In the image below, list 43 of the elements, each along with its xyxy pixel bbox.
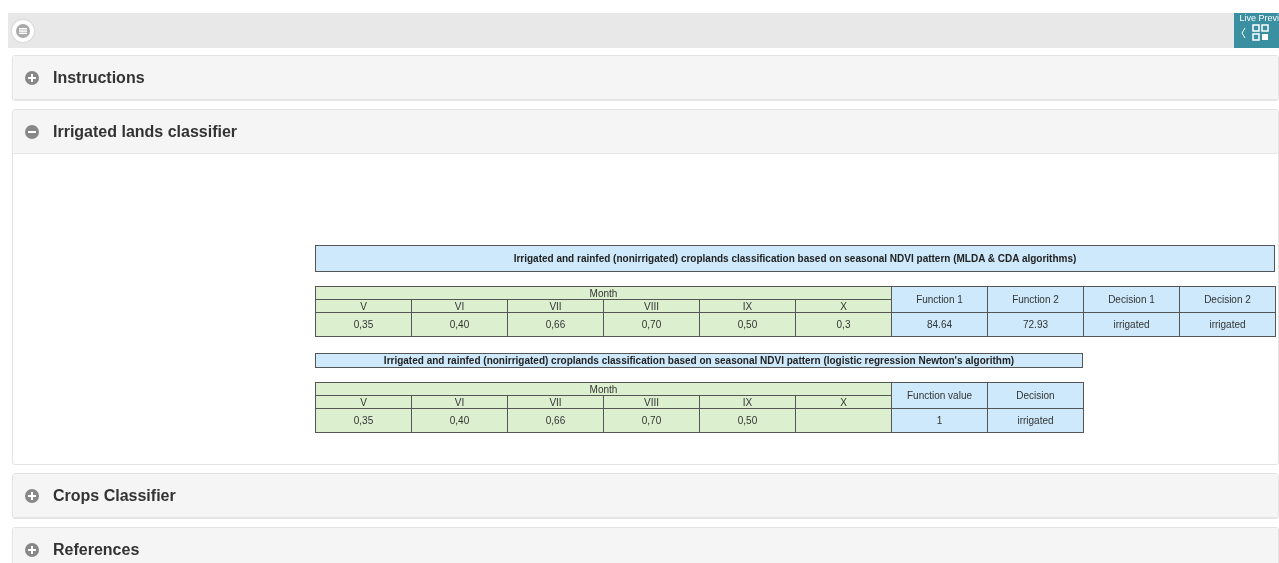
table-cell: 0,50 (699, 312, 796, 337)
section-title: Irrigated lands classifier (53, 122, 238, 141)
section-title: Instructions (53, 68, 145, 87)
table-header-cell: Month (315, 382, 892, 396)
table-header-cell: Function value (891, 382, 988, 409)
table-header-cell: Decision 1 (1083, 286, 1180, 313)
minus-circle-icon (25, 124, 39, 139)
menu-icon (16, 23, 30, 38)
accordion-header[interactable]: Instructions (13, 56, 1278, 100)
plus-circle-icon (25, 488, 39, 503)
table-title: Irrigated and rainfed (nonirrigated) croplands classification based on seasonal NDVI pattern (MLDA & CDA algorithms) (315, 245, 1275, 272)
table-cell: 0,66 (507, 312, 604, 337)
table-header-cell: Function 1 (891, 286, 988, 313)
live-preview-label: Live Previ (1239, 13, 1279, 23)
table-cell: 0,70 (603, 312, 700, 337)
table-cell: irrigated (1179, 312, 1276, 337)
accordion-header[interactable]: Crops Classifier (13, 474, 1278, 518)
live-preview-widget[interactable]: Live Previ (1234, 13, 1279, 48)
table-cell: 0,70 (603, 408, 700, 433)
plus-circle-icon (25, 542, 39, 557)
table-cell: 0,50 (699, 408, 796, 433)
table-header-cell: Decision (987, 382, 1084, 409)
table-cell: 0,40 (411, 408, 508, 433)
section-title: Crops Classifier (53, 486, 176, 505)
section-title: References (53, 540, 140, 559)
table-cell: 0,3 (795, 312, 892, 337)
table-title: Irrigated and rainfed (nonirrigated) croplands classification based on seasonal NDVI pattern (logistic regression Newton's algorithm) (315, 353, 1083, 368)
accordion-header[interactable]: References (13, 528, 1278, 563)
table-cell: 72.93 (987, 312, 1084, 337)
table-cell: 0,40 (411, 312, 508, 337)
table-cell: 0,35 (315, 408, 412, 433)
table-cell: irrigated (987, 408, 1084, 433)
table-header-cell: Decision 2 (1179, 286, 1276, 313)
table-cell: 1 (891, 408, 988, 433)
table-cell: 0,35 (315, 312, 412, 337)
table-cell: 84.64 (891, 312, 988, 337)
menu-button[interactable] (12, 19, 34, 42)
table-cell: 0,66 (507, 408, 604, 433)
table-cell: irrigated (1083, 312, 1180, 337)
table-header-cell: Function 2 (987, 286, 1084, 313)
plus-circle-icon (25, 70, 39, 85)
accordion-header[interactable]: Irrigated lands classifier (13, 110, 1278, 154)
table-header-cell: Month (315, 286, 892, 300)
